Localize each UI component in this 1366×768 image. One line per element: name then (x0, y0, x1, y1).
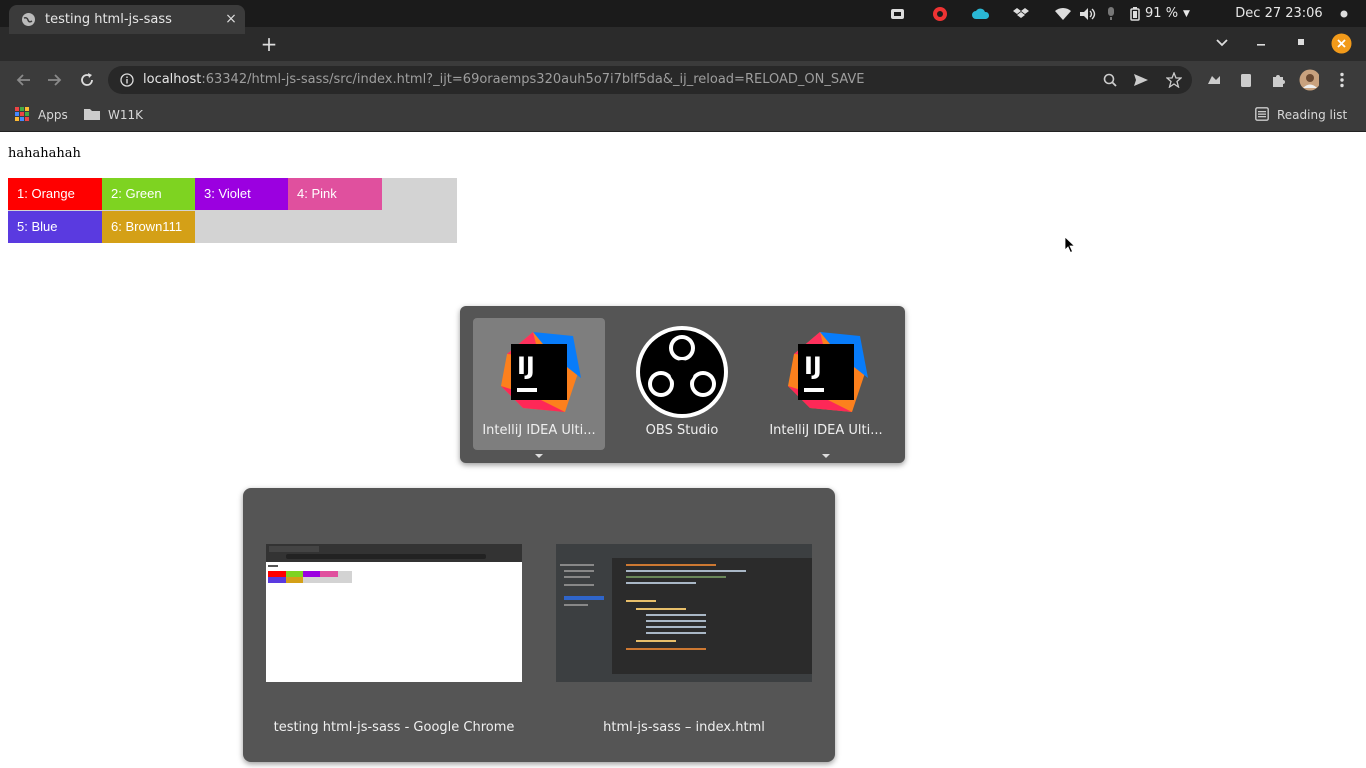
url-host: localhost (143, 72, 202, 87)
window-switcher: testing html-js-sass - Google Chrome htm… (243, 488, 835, 762)
reading-list-button[interactable]: Reading list (1255, 106, 1347, 124)
address-bar[interactable]: localhost:63342/html-js-sass/src/index.h… (108, 66, 1192, 94)
tab-close-icon[interactable]: × (223, 11, 239, 27)
app-switcher: IJ IntelliJ IDEA Ulti... OBS Studio IJ I… (460, 306, 905, 463)
window-thumbnail-intellij[interactable] (556, 544, 812, 682)
bookmark-apps[interactable]: Apps (15, 106, 68, 124)
window-label-intellij: html-js-sass – index.html (603, 720, 765, 735)
window-thumbnail-chrome[interactable] (266, 544, 522, 682)
mouse-cursor-icon (1064, 236, 1076, 258)
reload-icon[interactable] (76, 70, 98, 90)
switcher-app-label: IntelliJ IDEA Ulti... (482, 423, 596, 438)
new-tab-button[interactable]: + (259, 34, 279, 54)
url-path: :63342/html-js-sass/src/index.html?_ijt=… (201, 72, 865, 87)
tab-search-icon[interactable] (1211, 34, 1233, 54)
wifi-icon[interactable] (1054, 5, 1072, 22)
page-text: hahahahah (8, 146, 81, 161)
back-arrow-icon[interactable] (12, 70, 34, 90)
battery-percent: 91 % (1145, 6, 1179, 21)
menu-kebab-icon[interactable] (1332, 70, 1352, 90)
intellij-icon: IJ (501, 332, 581, 412)
svg-text:IJ: IJ (517, 352, 535, 380)
battery-indicator[interactable]: 91 % ▼ (1128, 5, 1192, 22)
grid-cell-4: 4: Pink (288, 178, 382, 210)
color-grid: 1: Orange 2: Green 3: Violet 4: Pink 5: … (8, 178, 457, 243)
url-text[interactable]: localhost:63342/html-js-sass/src/index.h… (143, 72, 865, 87)
folder-icon (84, 107, 100, 123)
extension-icon[interactable] (1204, 70, 1224, 90)
switcher-app-obs[interactable]: OBS Studio (616, 318, 748, 450)
grid-cell-1: 1: Orange (8, 178, 102, 210)
grid-cell-2: 2: Green (102, 178, 195, 210)
tab-title: testing html-js-sass (45, 12, 172, 27)
intellij-icon: IJ (788, 332, 868, 412)
grid-cell-6: 6: Brown111 (102, 211, 195, 243)
window-label-chrome: testing html-js-sass - Google Chrome (273, 720, 515, 735)
grid-cell-3: 3: Violet (195, 178, 288, 210)
send-icon[interactable] (1133, 72, 1149, 88)
clock[interactable]: Dec 27 23:06 (1232, 5, 1326, 22)
bookmark-star-icon[interactable] (1166, 72, 1182, 88)
apps-grid-icon (15, 106, 29, 124)
info-icon[interactable] (119, 72, 135, 88)
chevron-down-icon: ▼ (1183, 8, 1190, 19)
switcher-app-intellij-2[interactable]: IJ IntelliJ IDEA Ulti... (760, 318, 892, 450)
zoom-search-icon[interactable] (1102, 72, 1118, 88)
caret-down-icon (535, 454, 543, 458)
volume-icon[interactable] (1078, 5, 1098, 22)
bookmark-apps-label: Apps (38, 108, 68, 122)
maximize-icon[interactable] (1290, 34, 1312, 54)
caret-down-icon (822, 454, 830, 458)
minimize-icon[interactable] (1250, 34, 1272, 54)
grid-cell-5: 5: Blue (8, 211, 102, 243)
browser-tab[interactable]: testing html-js-sass × (9, 5, 245, 34)
reading-list-icon (1255, 106, 1269, 124)
bookmark-folder-w11k[interactable]: W11K (84, 106, 143, 124)
puzzle-extensions-icon[interactable] (1268, 70, 1288, 90)
svg-text:IJ: IJ (804, 352, 822, 380)
bookmarks-bar: Apps W11K Reading list (0, 99, 1366, 132)
obs-icon (636, 326, 728, 418)
switcher-app-label: IntelliJ IDEA Ulti... (769, 423, 883, 438)
clipboard-icon[interactable] (1236, 70, 1256, 90)
cloud-icon[interactable] (970, 5, 992, 22)
switcher-app-intellij-1[interactable]: IJ IntelliJ IDEA Ulti... (473, 318, 605, 450)
globe-icon (21, 12, 36, 31)
close-window-icon[interactable] (1330, 33, 1352, 54)
reading-list-label: Reading list (1277, 108, 1348, 122)
notification-dot-icon[interactable] (1338, 5, 1350, 22)
profile-avatar[interactable] (1299, 69, 1319, 91)
tray-chrome-icon[interactable] (931, 5, 949, 22)
switcher-app-label: OBS Studio (645, 423, 719, 438)
forward-arrow-icon[interactable] (44, 70, 66, 90)
bookmark-folder-label: W11K (108, 108, 144, 122)
dropbox-icon[interactable] (1012, 5, 1030, 22)
tray-app-icon[interactable] (889, 5, 907, 22)
microphone-icon[interactable] (1104, 5, 1118, 22)
